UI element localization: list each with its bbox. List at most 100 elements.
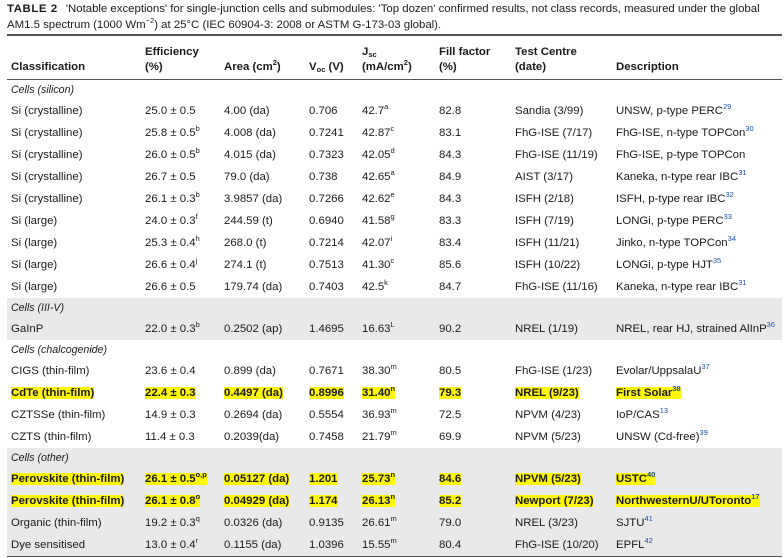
cell-efficiency: 22.4 ± 0.3	[145, 382, 224, 404]
jsc-note: e	[390, 190, 395, 199]
fill-factor-text: 72.5	[439, 409, 462, 421]
description-text: Kaneka, n-type rear IBC	[616, 171, 739, 183]
cell-description: IoP/CAS13	[616, 404, 782, 426]
cell-efficiency: 14.9 ± 0.3	[145, 404, 224, 426]
cell-fill-factor: 80.5	[439, 360, 515, 382]
cell-efficiency: 25.8 ± 0.5b	[145, 122, 224, 144]
voc-text: 0.7458	[309, 431, 344, 443]
reference-link[interactable]: 13	[660, 406, 668, 415]
classification-text: CIGS (thin-film)	[11, 365, 90, 377]
table-row: CZTSSe (thin-film) 14.9 ± 0.3 0.2694 (da) 0…	[7, 404, 782, 426]
cell-efficiency: 26.6 ± 0.4j	[145, 254, 224, 276]
voc-text: 1.201	[309, 473, 338, 485]
fill-factor-text: 79.0	[439, 517, 462, 529]
section-label: Cells (other)	[7, 448, 782, 468]
classification-text: CZTS (thin-film)	[11, 431, 92, 443]
table-bottom-rule	[7, 556, 782, 558]
cell-area: 244.59 (t)	[224, 210, 309, 232]
cell-efficiency: 26.1 ± 0.3b	[145, 188, 224, 210]
voc-text: 1.174	[309, 495, 338, 507]
test-centre-text: Sandia (3/99)	[515, 105, 584, 117]
reference-link[interactable]: 34	[728, 234, 736, 243]
jsc-note: m	[390, 406, 397, 415]
cell-voc: 0.7513	[309, 254, 362, 276]
cell-classification: CdTe (thin-film)	[7, 382, 145, 404]
cell-classification: Si (crystalline)	[7, 122, 145, 144]
reference-link[interactable]: 29	[723, 102, 731, 111]
voc-text: 0.706	[309, 105, 338, 117]
reference-link[interactable]: 32	[726, 190, 734, 199]
table-row: Si (large) 26.6 ± 0.5 179.74 (da) 0.7403 42.…	[7, 276, 782, 298]
cell-area: 0.1155 (da)	[224, 534, 309, 556]
cell-efficiency: 26.1 ± 0.5o,p	[145, 468, 224, 490]
reference-link[interactable]: 38	[672, 384, 680, 393]
voc-text: 0.7266	[309, 193, 344, 205]
header-jsc: Jsc (mA/cm2)	[362, 37, 439, 80]
jsc-text: 42.62	[362, 193, 391, 205]
fill-factor-text: 69.9	[439, 431, 462, 443]
reference-link[interactable]: 31	[738, 278, 746, 287]
efficiency-text: 22.0 ± 0.3	[145, 323, 196, 335]
jsc-text: 42.87	[362, 127, 391, 139]
cell-voc: 0.7403	[309, 276, 362, 298]
reference-link[interactable]: 39	[700, 428, 708, 437]
cell-voc: 0.8996	[309, 382, 362, 404]
cell-classification: Si (large)	[7, 210, 145, 232]
cell-classification: Dye sensitised	[7, 534, 145, 556]
table-row: Organic (thin-film) 19.2 ± 0.3q 0.0326 (da…	[7, 512, 782, 534]
reference-link[interactable]: 31	[738, 168, 746, 177]
reference-link[interactable]: 42	[645, 536, 653, 545]
cell-efficiency: 24.0 ± 0.3f	[145, 210, 224, 232]
caption-text-sup: −2	[145, 15, 155, 25]
voc-text: 0.9135	[309, 517, 344, 529]
reference-link[interactable]: 33	[724, 212, 732, 221]
cell-jsc: 26.13n	[362, 490, 439, 512]
description-text: First Solar	[616, 387, 673, 399]
classification-text: Perovskite (thin-film)	[11, 473, 125, 485]
cell-efficiency: 25.0 ± 0.5	[145, 100, 224, 122]
reference-link[interactable]: 17	[751, 492, 759, 501]
area-text: 0.0326 (da)	[224, 517, 283, 529]
cell-voc: 0.7214	[309, 232, 362, 254]
jsc-text: 38.30	[362, 365, 391, 377]
area-text: 179.74 (da)	[224, 281, 283, 293]
table-row: CIGS (thin-film) 23.6 ± 0.4 0.899 (da) 0.76…	[7, 360, 782, 382]
cell-jsc: 42.65a	[362, 166, 439, 188]
reference-link[interactable]: 37	[701, 362, 709, 371]
section-label: Cells (chalcogenide)	[11, 344, 107, 356]
cell-voc: 0.706	[309, 100, 362, 122]
header-voc: Voc (V)	[309, 37, 362, 80]
description-text: IoP/CAS	[616, 409, 660, 421]
table-row: Si (crystalline) 25.0 ± 0.5 4.00 (da) 0.706…	[7, 100, 782, 122]
jsc-text: 16.63	[362, 323, 391, 335]
reference-link[interactable]: 36	[767, 320, 775, 329]
cell-description: Evolar/UppsalaU37	[616, 360, 782, 382]
reference-link[interactable]: 41	[644, 514, 652, 523]
cell-area: 0.2694 (da)	[224, 404, 309, 426]
jsc-note: c	[390, 124, 395, 133]
jsc-note: c	[390, 256, 395, 265]
test-centre-text: FhG-ISE (1/23)	[515, 365, 593, 377]
cell-fill-factor: 84.3	[439, 144, 515, 166]
cell-area: 0.0326 (da)	[224, 512, 309, 534]
cell-description: LONGi, p-type HJT35	[616, 254, 782, 276]
jsc-text: 42.65	[362, 171, 391, 183]
voc-text: 0.7241	[309, 127, 344, 139]
reference-link[interactable]: 40	[647, 470, 655, 479]
cell-test-centre: NPVM (5/23)	[515, 426, 616, 448]
area-text: 0.899 (da)	[224, 365, 276, 377]
table-row: GaInP 22.0 ± 0.3b 0.2502 (ap) 1.4695 16.63L 9…	[7, 318, 782, 340]
cell-efficiency: 26.6 ± 0.5	[145, 276, 224, 298]
efficiency-text: 26.1 ± 0.3	[145, 193, 196, 205]
efficiency-note: o,p	[195, 470, 207, 479]
cell-area: 179.74 (da)	[224, 276, 309, 298]
jsc-text: 42.5	[362, 281, 385, 293]
reference-link[interactable]: 30	[745, 124, 753, 133]
description-text: Kaneka, n-type rear IBC	[616, 281, 739, 293]
jsc-note: a	[384, 102, 389, 111]
cell-description: Jinko, n-type TOPCon34	[616, 232, 782, 254]
test-centre-text: ISFH (11/21)	[515, 237, 580, 249]
reference-link[interactable]: 35	[713, 256, 721, 265]
cell-area: 4.015 (da)	[224, 144, 309, 166]
cell-jsc: 42.5k	[362, 276, 439, 298]
